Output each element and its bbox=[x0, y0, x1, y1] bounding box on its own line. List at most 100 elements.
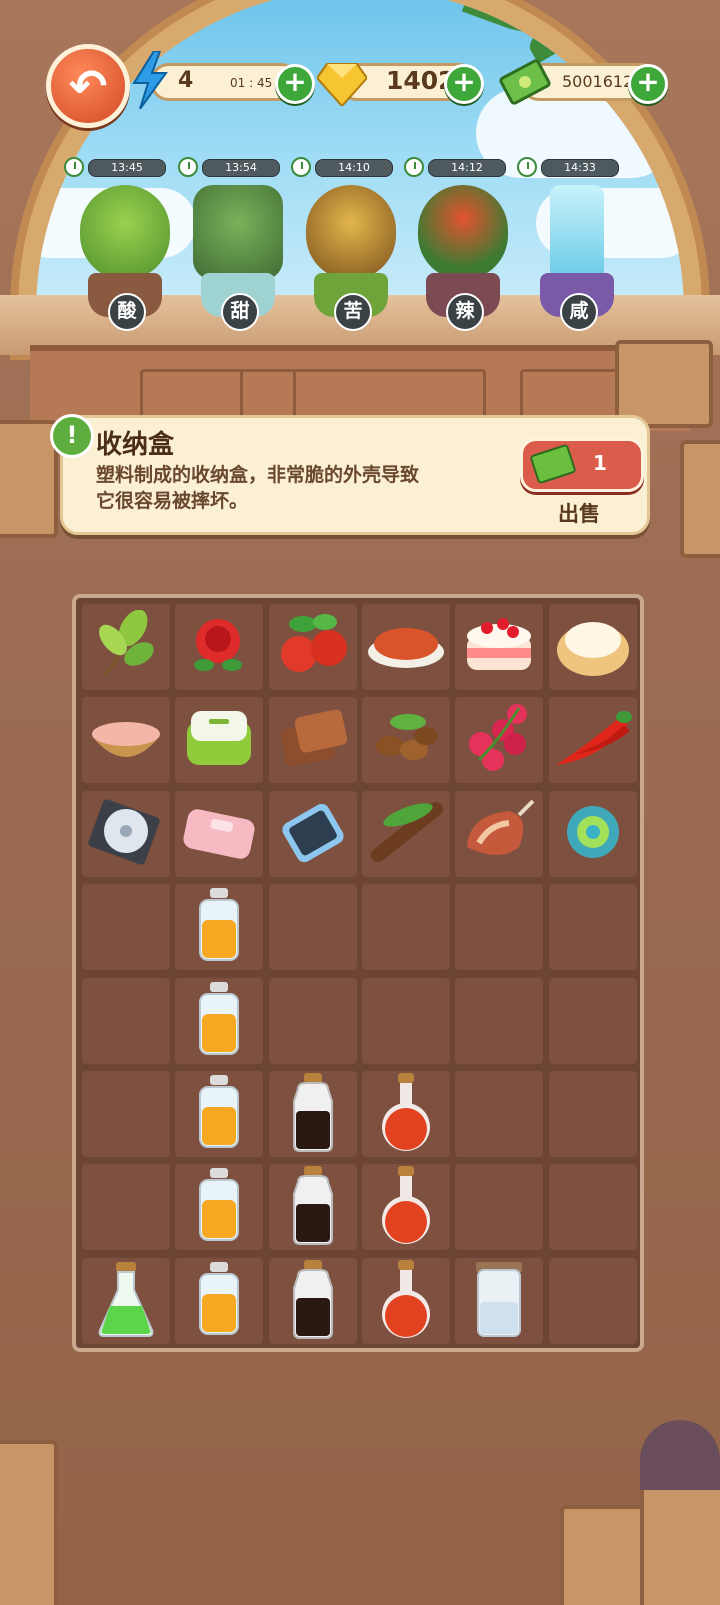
inventory-slot[interactable] bbox=[548, 977, 637, 1064]
inventory-slot[interactable] bbox=[175, 604, 264, 690]
raspberries-icon bbox=[459, 700, 539, 780]
yellow-jar-icon bbox=[194, 980, 244, 1062]
clock-icon bbox=[64, 157, 84, 177]
inventory-slot[interactable] bbox=[455, 790, 544, 877]
inventory-slot[interactable] bbox=[455, 1071, 544, 1157]
inventory-slot[interactable] bbox=[175, 884, 264, 971]
inventory-slot[interactable] bbox=[82, 1071, 170, 1157]
smartphone-icon bbox=[275, 797, 351, 871]
inventory-slot[interactable] bbox=[82, 884, 170, 971]
inventory-slot[interactable] bbox=[455, 1257, 544, 1344]
inventory-slot[interactable] bbox=[548, 604, 637, 690]
inventory-slot[interactable] bbox=[548, 1164, 637, 1251]
gem-icon bbox=[316, 58, 368, 108]
inventory-slot[interactable] bbox=[548, 1071, 637, 1157]
inventory-slot[interactable] bbox=[361, 977, 450, 1064]
add-cash-button[interactable]: + bbox=[628, 64, 668, 104]
bitter-tree-icon bbox=[306, 185, 396, 280]
soy-bottle-icon bbox=[288, 1258, 338, 1344]
inventory-slot[interactable] bbox=[175, 1257, 264, 1344]
inventory-slot[interactable] bbox=[175, 790, 264, 877]
plant-sour[interactable]: 酸 bbox=[70, 185, 180, 335]
clock-icon bbox=[517, 157, 537, 177]
cash-icon bbox=[497, 54, 553, 108]
inventory-slot[interactable] bbox=[548, 697, 637, 784]
inventory-slot[interactable] bbox=[82, 697, 170, 784]
inventory-slot[interactable] bbox=[82, 1257, 170, 1344]
inventory-slot[interactable] bbox=[268, 790, 357, 877]
info-icon: ! bbox=[50, 414, 94, 458]
lunch-box-icon bbox=[181, 703, 257, 777]
inventory-slot[interactable] bbox=[455, 697, 544, 784]
inventory-slot[interactable] bbox=[361, 1164, 450, 1251]
inventory-slot[interactable] bbox=[548, 790, 637, 877]
inventory-slot[interactable] bbox=[268, 1257, 357, 1344]
inventory-slot[interactable] bbox=[268, 977, 357, 1064]
inventory-slot[interactable] bbox=[82, 790, 170, 877]
inventory-slot[interactable] bbox=[361, 1071, 450, 1157]
sea-salt-bowl-icon bbox=[88, 708, 164, 772]
item-title: 收纳盒 bbox=[96, 430, 175, 460]
inventory-slot[interactable] bbox=[455, 977, 544, 1064]
red-flask-icon bbox=[376, 1071, 436, 1157]
plant-timer-3: 14:10 bbox=[291, 157, 393, 177]
plant-spicy[interactable]: 辣 bbox=[408, 185, 518, 335]
back-arrow-icon: ↶ bbox=[68, 59, 108, 113]
ham-icon bbox=[459, 797, 539, 871]
green-flask-icon bbox=[96, 1260, 156, 1342]
inventory-slot[interactable] bbox=[175, 1071, 264, 1157]
inventory-slot[interactable] bbox=[361, 604, 450, 690]
inventory-slot[interactable] bbox=[548, 884, 637, 971]
tamarind-icon bbox=[366, 797, 446, 871]
yellow-jar-icon bbox=[194, 1260, 244, 1342]
plant-bitter[interactable]: 苦 bbox=[296, 185, 406, 335]
strawberry-cake-icon bbox=[459, 610, 539, 684]
coffee-beans-icon bbox=[368, 706, 444, 774]
yellow-jar-icon bbox=[194, 1166, 244, 1248]
inventory-slot[interactable] bbox=[268, 1164, 357, 1251]
sell-label[interactable]: 出售 bbox=[558, 498, 600, 528]
inventory-slot[interactable] bbox=[361, 1257, 450, 1344]
inventory-slot[interactable] bbox=[268, 1071, 357, 1157]
plant-timer-1: 13:45 bbox=[64, 157, 166, 177]
hawthorn-berries-icon bbox=[273, 610, 353, 684]
inventory-slot[interactable] bbox=[455, 884, 544, 971]
crate-bottom-left bbox=[0, 1440, 58, 1605]
red-flask-icon bbox=[376, 1258, 436, 1344]
add-gems-button[interactable]: + bbox=[444, 64, 484, 104]
inventory-slot[interactable] bbox=[455, 1164, 544, 1251]
cd-disc-icon bbox=[86, 797, 166, 871]
cash-value: 5001612 bbox=[562, 72, 634, 91]
inventory-slot[interactable] bbox=[268, 697, 357, 784]
energy-timer: 01 : 45 bbox=[230, 76, 273, 90]
plant-sweet[interactable]: 甜 bbox=[183, 185, 293, 335]
inventory-slot[interactable] bbox=[175, 697, 264, 784]
item-description-line2: 它很容易被摔坏。 bbox=[96, 490, 249, 512]
lemon-tree-icon bbox=[80, 185, 170, 280]
pink-wallet-icon bbox=[179, 802, 259, 866]
clock-icon bbox=[404, 157, 424, 177]
clock-icon bbox=[291, 157, 311, 177]
inventory-slot[interactable] bbox=[455, 604, 544, 690]
inventory-slot[interactable] bbox=[175, 1164, 264, 1251]
inventory-slot[interactable] bbox=[361, 790, 450, 877]
rose-icon bbox=[184, 615, 254, 679]
inventory-slot[interactable] bbox=[82, 604, 170, 690]
sell-button[interactable]: 1 bbox=[520, 438, 644, 492]
inventory-slot[interactable] bbox=[361, 697, 450, 784]
inventory-slot[interactable] bbox=[175, 977, 264, 1064]
inventory-slot[interactable] bbox=[361, 884, 450, 971]
add-energy-button[interactable]: + bbox=[275, 64, 315, 104]
inventory-slot[interactable] bbox=[548, 1257, 637, 1344]
chili-plant-icon bbox=[418, 185, 508, 280]
item-description-line1: 塑料制成的收纳盒，非常脆的外壳导致 bbox=[96, 464, 420, 486]
inventory-slot[interactable] bbox=[82, 1164, 170, 1251]
lightning-icon bbox=[128, 50, 172, 110]
inventory-slot[interactable] bbox=[268, 884, 357, 971]
plant-label: 辣 bbox=[446, 293, 484, 331]
inventory-slot[interactable] bbox=[82, 977, 170, 1064]
plant-timer-4: 14:12 bbox=[404, 157, 506, 177]
inventory-slot[interactable] bbox=[268, 604, 357, 690]
back-button[interactable]: ↶ bbox=[46, 44, 130, 128]
plant-salty[interactable]: 咸 bbox=[522, 185, 632, 335]
